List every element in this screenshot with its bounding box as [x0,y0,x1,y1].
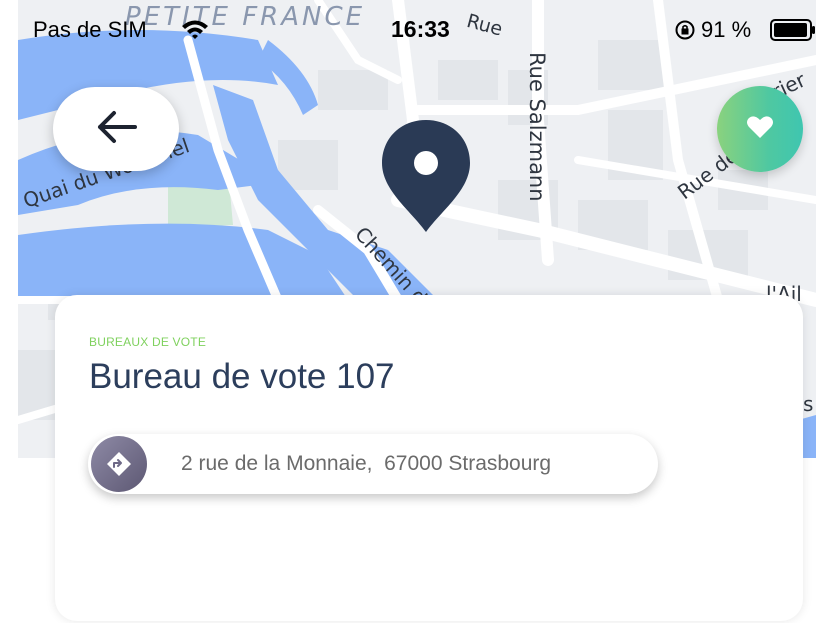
category-label: BUREAUX DE VOTE [89,335,207,349]
address-button[interactable]: 2 rue de la Monnaie, 67000 Strasbourg [88,434,658,494]
station-title: Bureau de vote 107 [89,357,395,396]
orientation-lock-icon [674,19,696,46]
arrow-left-icon [95,110,137,149]
back-button[interactable] [53,87,179,171]
directions-icon [91,436,147,492]
address-text: 2 rue de la Monnaie, 67000 Strasbourg [181,452,552,475]
heart-icon [746,114,774,145]
battery-icon [770,19,816,46]
carrier-label: Pas de SIM [33,17,147,42]
status-bar: Pas de SIM 16:33 91 % [0,0,816,56]
battery-percent: 91 % [701,17,752,42]
location-pin-icon[interactable] [380,118,472,239]
status-time: 16:33 [391,16,450,42]
wifi-icon [180,18,210,45]
polling-station-card: BUREAUX DE VOTE Bureau de vote 107 2 rue… [55,295,803,621]
favorite-button[interactable] [717,86,803,172]
